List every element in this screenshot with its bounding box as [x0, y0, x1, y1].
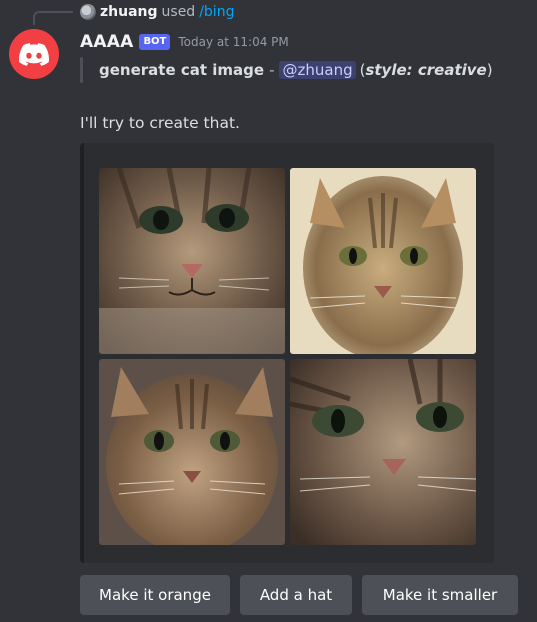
make-it-smaller-button[interactable]: Make it smaller: [362, 575, 518, 615]
message-text: I'll try to create that.: [80, 114, 240, 132]
reply-used-text: used: [161, 4, 196, 20]
make-it-orange-button[interactable]: Make it orange: [80, 575, 230, 615]
cat-image-3[interactable]: [99, 359, 285, 545]
message-header: AAAA BOT Today at 11:04 PM: [80, 30, 289, 54]
command-name: generate cat image: [99, 61, 265, 79]
option-value: style: creative: [365, 61, 487, 79]
bot-message: zhuang used /bing AAAA BOT Today at 11:0…: [0, 0, 537, 622]
image-grid: [99, 168, 476, 545]
interaction-summary: generate cat image - @zhuang (style: cre…: [80, 56, 493, 84]
separator: -: [269, 61, 275, 79]
interaction-bar: [80, 57, 83, 83]
reply-spine: [33, 11, 73, 25]
image-embed: [80, 143, 494, 563]
author-name[interactable]: AAAA: [80, 32, 133, 52]
bot-badge: BOT: [139, 34, 171, 50]
cat-image-4[interactable]: [290, 359, 476, 545]
reply-command-link[interactable]: /bing: [199, 4, 234, 20]
discord-logo-icon[interactable]: [9, 29, 59, 79]
command-option: (style: creative): [359, 61, 493, 79]
action-row: Make it orange Add a hat Make it smaller: [80, 575, 518, 615]
reply-context[interactable]: zhuang used /bing: [80, 2, 234, 22]
add-a-hat-button[interactable]: Add a hat: [240, 575, 352, 615]
user-mention[interactable]: @zhuang: [279, 61, 356, 79]
timestamp: Today at 11:04 PM: [178, 35, 289, 49]
cat-image-2[interactable]: [290, 168, 476, 354]
reply-username[interactable]: zhuang: [100, 4, 158, 20]
cat-image-1[interactable]: [99, 168, 285, 354]
user-avatar-icon[interactable]: [80, 4, 96, 20]
